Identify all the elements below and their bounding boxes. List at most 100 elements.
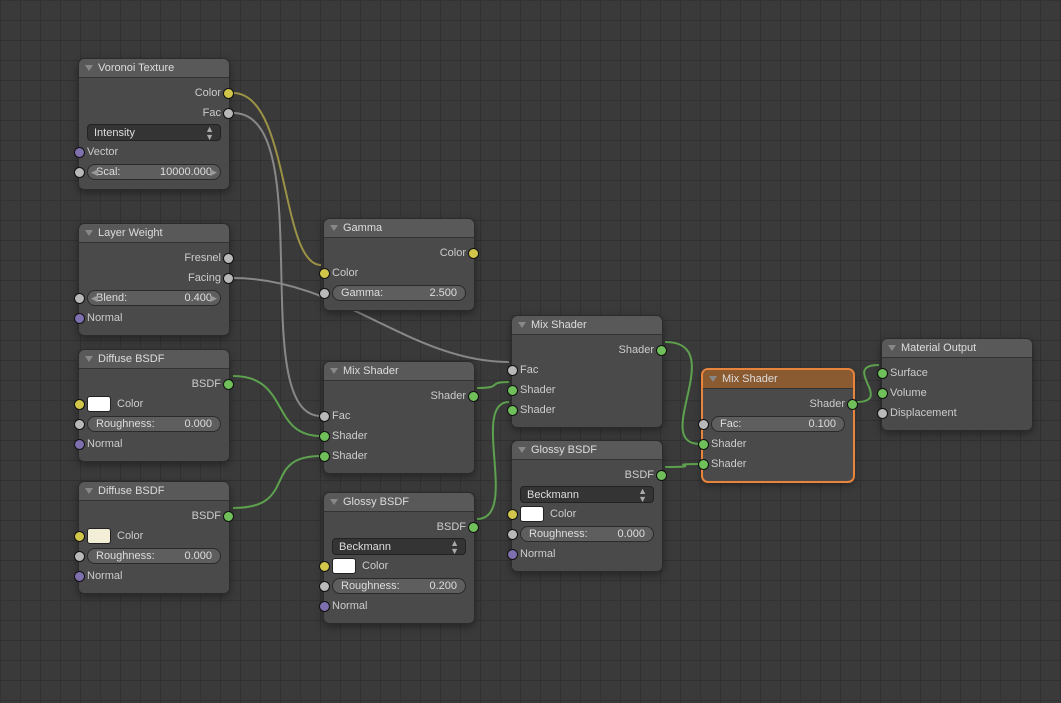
node-header[interactable]: Diffuse BSDF [79,350,229,369]
node-header[interactable]: Material Output [882,339,1032,358]
socket-out-facing[interactable] [223,273,234,284]
socket-out-bsdf[interactable] [223,379,234,390]
color-swatch[interactable] [87,528,111,544]
fac-field[interactable]: Fac:0.100 [711,416,845,432]
socket-in-shader-1[interactable] [698,439,709,450]
node-diffuse-bsdf-2[interactable]: Diffuse BSDF BSDF Color Roughness:0.000 … [78,481,230,594]
socket-in-roughness[interactable] [507,529,518,540]
node-glossy-bsdf-1[interactable]: Glossy BSDF BSDF Beckmann▲▼ Color Roughn… [323,492,475,624]
node-header[interactable]: Glossy BSDF [324,493,474,512]
socket-in-shader-2[interactable] [698,459,709,470]
node-title: Glossy BSDF [343,496,409,508]
node-header[interactable]: Mix Shader [324,362,474,381]
node-layer-weight[interactable]: Layer Weight Fresnel Facing ◀Blend:0.400… [78,223,230,336]
node-header[interactable]: Diffuse BSDF [79,482,229,501]
socket-in-fac[interactable] [319,411,330,422]
socket-in-blend[interactable] [74,293,85,304]
socket-out-shader[interactable] [847,399,858,410]
socket-in-shader-1[interactable] [507,385,518,396]
scale-field[interactable]: ◀Scal:10000.000▶ [87,164,221,180]
collapse-icon[interactable] [85,65,93,71]
socket-in-displacement[interactable] [877,408,888,419]
node-title: Mix Shader [343,365,399,377]
node-mix-shader-2[interactable]: Mix Shader Shader Fac Shader Shader [511,315,663,428]
socket-in-normal[interactable] [74,439,85,450]
socket-in-color[interactable] [74,531,85,542]
node-gamma[interactable]: Gamma Color Color Gamma:2.500 [323,218,475,311]
socket-in-color[interactable] [319,268,330,279]
socket-in-shader-2[interactable] [319,451,330,462]
collapse-icon[interactable] [330,499,338,505]
node-material-output[interactable]: Material Output Surface Volume Displacem… [881,338,1033,431]
socket-out-bsdf[interactable] [656,470,667,481]
socket-in-volume[interactable] [877,388,888,399]
left-arrow-icon[interactable]: ◀ [91,167,98,178]
node-glossy-bsdf-2[interactable]: Glossy BSDF BSDF Beckmann▲▼ Color Roughn… [511,440,663,572]
blend-field[interactable]: ◀Blend:0.400▶ [87,290,221,306]
node-header[interactable]: Mix Shader [512,316,662,335]
socket-in-color[interactable] [74,399,85,410]
socket-out-fresnel[interactable] [223,253,234,264]
socket-out-bsdf[interactable] [223,511,234,522]
socket-in-fac[interactable] [507,365,518,376]
socket-in-scale[interactable] [74,167,85,178]
socket-in-color[interactable] [319,561,330,572]
socket-in-normal[interactable] [74,571,85,582]
socket-out-bsdf[interactable] [468,522,479,533]
collapse-icon[interactable] [709,376,717,382]
socket-in-roughness[interactable] [74,551,85,562]
socket-in-shader-2[interactable] [507,405,518,416]
socket-out-fac[interactable] [223,108,234,119]
socket-in-normal[interactable] [507,549,518,560]
node-header[interactable]: Glossy BSDF [512,441,662,460]
socket-in-surface[interactable] [877,368,888,379]
color-swatch[interactable] [87,396,111,412]
node-title: Voronoi Texture [98,62,174,74]
distribution-dropdown[interactable]: Beckmann▲▼ [332,538,466,555]
right-arrow-icon[interactable]: ▶ [210,293,217,304]
socket-in-normal[interactable] [74,313,85,324]
roughness-field[interactable]: Roughness:0.000 [87,548,221,564]
socket-in-shader-1[interactable] [319,431,330,442]
node-mix-shader-3[interactable]: Mix Shader Shader Fac:0.100 Shader Shade… [702,369,854,482]
node-header[interactable]: Voronoi Texture [79,59,229,78]
socket-out-shader[interactable] [656,345,667,356]
roughness-field[interactable]: Roughness:0.200 [332,578,466,594]
socket-in-roughness[interactable] [319,581,330,592]
roughness-field[interactable]: Roughness:0.000 [87,416,221,432]
collapse-icon[interactable] [330,225,338,231]
output-label: BSDF [437,521,466,533]
socket-in-fac[interactable] [698,419,709,430]
socket-in-color[interactable] [507,509,518,520]
distribution-dropdown[interactable]: Beckmann▲▼ [520,486,654,503]
socket-in-gamma[interactable] [319,288,330,299]
gamma-field[interactable]: Gamma:2.500 [332,285,466,301]
color-swatch[interactable] [332,558,356,574]
coloring-dropdown[interactable]: Intensity▲▼ [87,124,221,141]
socket-out-shader[interactable] [468,391,479,402]
socket-out-color[interactable] [468,248,479,259]
input-label: Shader [520,384,555,396]
socket-out-color[interactable] [223,88,234,99]
node-diffuse-bsdf-1[interactable]: Diffuse BSDF BSDF Color Roughness:0.000 … [78,349,230,462]
collapse-icon[interactable] [330,368,338,374]
collapse-icon[interactable] [85,230,93,236]
node-header[interactable]: Mix Shader [703,370,853,389]
output-label: BSDF [192,378,221,390]
left-arrow-icon[interactable]: ◀ [91,293,98,304]
node-voronoi-texture[interactable]: Voronoi Texture Color Fac Intensity▲▼ Ve… [78,58,230,190]
collapse-icon[interactable] [888,345,896,351]
node-header[interactable]: Gamma [324,219,474,238]
collapse-icon[interactable] [85,488,93,494]
color-swatch[interactable] [520,506,544,522]
node-mix-shader-1[interactable]: Mix Shader Shader Fac Shader Shader [323,361,475,474]
collapse-icon[interactable] [518,322,526,328]
socket-in-roughness[interactable] [74,419,85,430]
right-arrow-icon[interactable]: ▶ [210,167,217,178]
collapse-icon[interactable] [85,356,93,362]
socket-in-vector[interactable] [74,147,85,158]
socket-in-normal[interactable] [319,601,330,612]
roughness-field[interactable]: Roughness:0.000 [520,526,654,542]
node-header[interactable]: Layer Weight [79,224,229,243]
collapse-icon[interactable] [518,447,526,453]
